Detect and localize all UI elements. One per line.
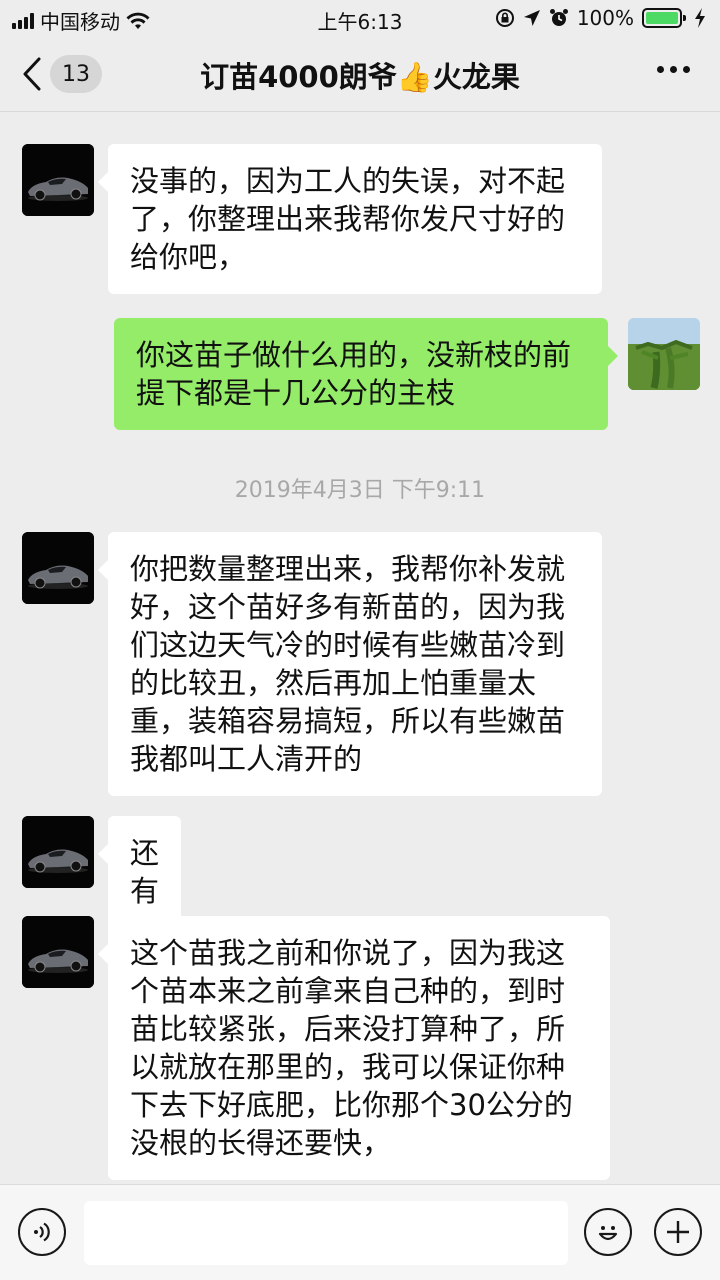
message-bubble[interactable]: 没事的，因为工人的失误，对不起 了，你整理出来我帮你发尺寸好的 给你吧， xyxy=(98,144,602,294)
dragonfruit-avatar[interactable] xyxy=(628,318,700,390)
car-avatar[interactable] xyxy=(22,532,94,604)
car-avatar[interactable] xyxy=(22,816,94,888)
voice-icon[interactable] xyxy=(18,1208,66,1256)
chevron-left-icon xyxy=(23,57,41,91)
dragonfruit-plant-icon xyxy=(628,318,700,390)
unread-count-badge: 13 xyxy=(50,55,102,93)
battery-percent: 100% xyxy=(576,6,634,30)
battery-icon xyxy=(642,8,686,28)
status-bar: 中国移动 上午6:13 100% xyxy=(0,0,720,36)
plus-icon[interactable] xyxy=(654,1208,702,1256)
message-bubble[interactable]: 你把数量整理出来，我帮你补发就 好，这个苗好多有新苗的，因为我 们这边天气冷的时… xyxy=(98,532,602,796)
message-bubble[interactable]: 你这苗子做什么用的，没新枝的前 提下都是十几公分的主枝 xyxy=(114,318,618,430)
car-icon xyxy=(22,916,94,988)
message-input[interactable] xyxy=(84,1201,568,1265)
chat-header: 13 订苗4000朗爷👍火龙果 xyxy=(0,36,720,112)
more-icon[interactable] xyxy=(657,66,690,73)
back-button[interactable]: 13 xyxy=(22,54,112,94)
charging-icon xyxy=(695,8,705,28)
location-icon xyxy=(523,10,540,26)
message-timestamp: 2019年4月3日 下午9:11 xyxy=(234,478,486,503)
message-bubble[interactable]: 这个苗我之前和你说了，因为我这 个苗本来之前拿来自己种的，到时 苗比较紧张，后来… xyxy=(98,916,610,1180)
chat-title: 订苗4000朗爷👍火龙果 xyxy=(200,60,520,94)
car-icon xyxy=(22,816,94,888)
alarm-icon xyxy=(549,9,568,26)
car-avatar[interactable] xyxy=(22,916,94,988)
message-bubble[interactable]: 还有 xyxy=(97,816,182,928)
car-avatar[interactable] xyxy=(22,144,94,216)
rotation-lock-icon xyxy=(495,9,514,27)
emoji-icon[interactable] xyxy=(584,1208,632,1256)
input-bar xyxy=(0,1184,720,1280)
car-icon xyxy=(22,144,94,216)
car-icon xyxy=(22,532,94,604)
status-right: 100% xyxy=(495,6,706,30)
